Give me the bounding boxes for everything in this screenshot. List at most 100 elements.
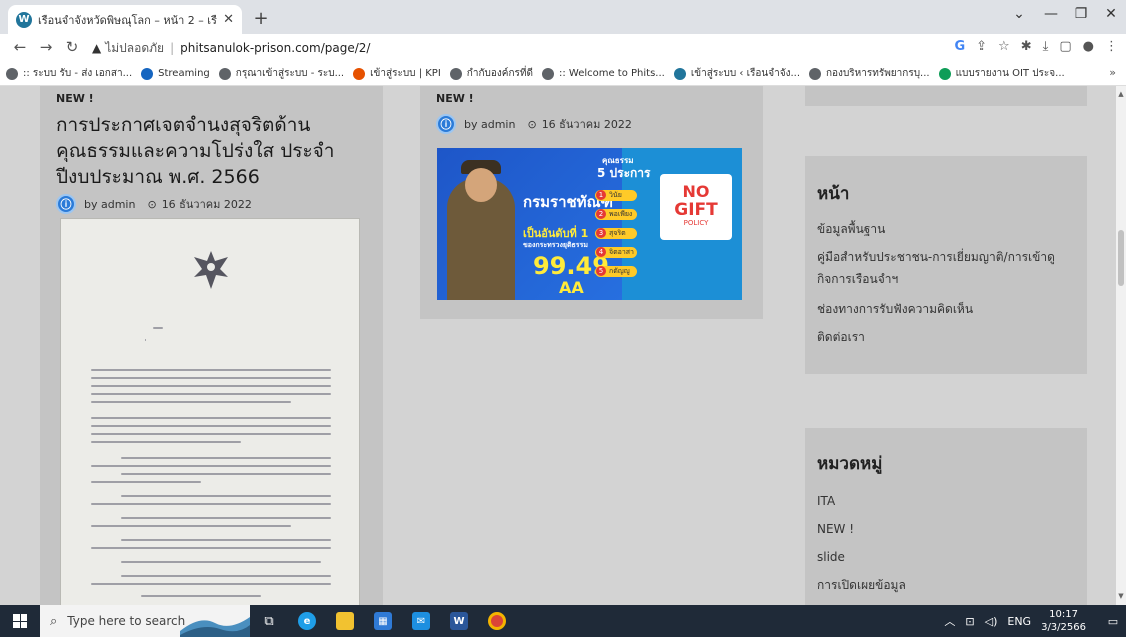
sidebar-link[interactable]: คู่มือสำหรับประชาชน-การเยี่ยมญาติ/การเข้… bbox=[817, 246, 1077, 290]
vertical-scrollbar[interactable]: ▲ ▼ bbox=[1116, 86, 1126, 605]
clock-date: 3/3/2566 bbox=[1041, 622, 1086, 633]
virtue-label: พอเพียง bbox=[609, 210, 633, 218]
bookmark-item[interactable]: กำกับองค์กรที่ดี bbox=[449, 66, 533, 81]
bookmark-label: กรุณาเข้าสู่ระบบ - ระบ... bbox=[235, 68, 345, 79]
post-date[interactable]: 16 ธันวาคม 2022 bbox=[542, 115, 632, 133]
bookmark-item[interactable]: :: Welcome to Phits... bbox=[541, 67, 665, 80]
notification-icon[interactable]: ▭ bbox=[1100, 615, 1126, 628]
taskbar-clock[interactable]: 10:17 3/3/2566 bbox=[1041, 608, 1086, 634]
download-icon[interactable]: ⤓ bbox=[1043, 39, 1049, 54]
bookmark-label: แบบรายงาน OIT ประจ... bbox=[955, 68, 1065, 79]
minimize-button[interactable]: — bbox=[1036, 6, 1066, 22]
document-text-line bbox=[91, 583, 331, 585]
navigation-bar: ← → ↻ ▲ ไม่ปลอดภัย | phitsanulok-prison.… bbox=[0, 34, 1126, 62]
bookmark-item[interactable]: เข้าสู่ระบบ | KPI bbox=[353, 66, 441, 81]
bookmark-item[interactable]: กองบริหารทรัพยากรบุ... bbox=[809, 66, 930, 81]
show-hidden-icons-icon[interactable]: ︿ bbox=[944, 613, 955, 629]
language-indicator[interactable]: ENG bbox=[1007, 615, 1031, 628]
sidebar-link[interactable]: ข้อมูลพื้นฐาน bbox=[817, 218, 1077, 240]
extensions-icon[interactable]: ✱ bbox=[1021, 39, 1032, 54]
pages-widget: หน้า ข้อมูลพื้นฐาน คู่มือสำหรับประชาชน-กา… bbox=[805, 156, 1087, 374]
task-view-icon[interactable]: ⧉ bbox=[250, 605, 288, 637]
post-title-line: ปีงบประมาณ พ.ศ. 2566 bbox=[56, 166, 260, 188]
menu-icon[interactable]: ⋮ bbox=[1105, 39, 1118, 54]
close-window-button[interactable]: ✕ bbox=[1096, 6, 1126, 22]
globe-icon bbox=[218, 67, 231, 80]
integrity-banner-image[interactable]: กรมราชทัณฑ์ เป็นอันดับที่ 1 ของกระทรวงยุ… bbox=[437, 148, 742, 300]
virtue-number: 3 bbox=[596, 228, 606, 238]
profile-icon[interactable]: ● bbox=[1083, 39, 1094, 54]
mail-icon[interactable]: ✉ bbox=[402, 605, 440, 637]
restore-button[interactable]: ❐ bbox=[1066, 6, 1096, 22]
close-tab-icon[interactable]: ✕ bbox=[223, 12, 234, 27]
author-avatar: ⓘ bbox=[436, 114, 456, 134]
announcement-document-image[interactable] bbox=[60, 218, 360, 605]
no-gift-text: NO bbox=[682, 182, 710, 201]
virtue-pill: 4 จิตอาสา bbox=[595, 247, 637, 258]
document-text-line bbox=[91, 385, 331, 387]
word-icon[interactable]: W bbox=[440, 605, 478, 637]
post-author[interactable]: by admin bbox=[464, 118, 515, 131]
scroll-down-icon[interactable]: ▼ bbox=[1116, 592, 1126, 600]
document-text-line bbox=[91, 525, 291, 527]
sidebar-link[interactable]: NEW ! bbox=[817, 518, 1077, 540]
gift-text: GIFT bbox=[674, 200, 718, 220]
sidebar-link[interactable]: ติดต่อเรา bbox=[817, 326, 1077, 348]
post-category-label[interactable]: NEW ! bbox=[56, 92, 94, 105]
google-icon[interactable]: G bbox=[954, 39, 965, 54]
start-button[interactable] bbox=[0, 605, 40, 637]
wordpress-icon bbox=[673, 67, 686, 80]
edge-icon[interactable]: e bbox=[288, 605, 326, 637]
new-tab-button[interactable]: + bbox=[249, 8, 273, 29]
bookmark-label: กำกับองค์กรที่ดี bbox=[466, 68, 533, 79]
categories-widget: หมวดหมู่ ITA NEW ! slide การเปิดเผยข้อมูล bbox=[805, 428, 1087, 605]
back-button[interactable]: ← bbox=[10, 38, 30, 56]
virtue-number: 2 bbox=[596, 209, 606, 219]
volume-icon[interactable]: ◁) bbox=[985, 615, 998, 628]
bookmark-item[interactable]: กรุณาเข้าสู่ระบบ - ระบ... bbox=[218, 66, 345, 81]
sidebar-link[interactable]: การเปิดเผยข้อมูล bbox=[817, 574, 1077, 596]
sidebar-link[interactable]: slide bbox=[817, 546, 1077, 568]
network-icon[interactable]: ⊡ bbox=[965, 615, 974, 628]
forward-button[interactable]: → bbox=[36, 38, 56, 56]
search-placeholder: Type here to search bbox=[67, 614, 186, 628]
post-category-label[interactable]: NEW ! bbox=[436, 92, 474, 105]
share-icon[interactable]: ⇪ bbox=[976, 39, 987, 54]
address-bar[interactable]: ▲ ไม่ปลอดภัย | phitsanulok-prison.com/pa… bbox=[92, 37, 992, 59]
sidebar-widget-top bbox=[805, 86, 1087, 106]
post-date[interactable]: 16 ธันวาคม 2022 bbox=[162, 195, 252, 213]
bookmark-item[interactable]: แบบรายงาน OIT ประจ... bbox=[938, 66, 1065, 81]
post-meta: ⓘ by admin ⊙ 16 ธันวาคม 2022 bbox=[56, 194, 252, 214]
url-separator: | bbox=[170, 41, 175, 55]
side-panel-icon[interactable]: ▢ bbox=[1059, 39, 1071, 54]
bookmark-item[interactable]: Streaming bbox=[141, 67, 210, 80]
chrome-icon[interactable] bbox=[478, 605, 516, 637]
system-tray: ︿ ⊡ ◁) ENG 10:17 3/3/2566 ▭ bbox=[944, 605, 1126, 637]
author-avatar: ⓘ bbox=[56, 194, 76, 214]
bookmark-item[interactable]: :: ระบบ รับ - ส่ง เอกสา... bbox=[6, 66, 132, 81]
scroll-up-icon[interactable]: ▲ bbox=[1116, 90, 1126, 98]
browser-tab[interactable]: W เรือนจำจังหวัดพิษณุโลก – หน้า 2 – เรือ… bbox=[8, 5, 242, 34]
document-text-line bbox=[91, 433, 331, 435]
virtue-pill: 3 สุจริต bbox=[595, 228, 637, 239]
store-icon[interactable]: ▦ bbox=[364, 605, 402, 637]
virtue-label: จิตอาสา bbox=[609, 248, 634, 256]
bookmarks-overflow-button[interactable]: » bbox=[1109, 66, 1116, 79]
file-explorer-icon[interactable] bbox=[326, 605, 364, 637]
post-title[interactable]: การประกาศเจตจำนงสุจริตด้าน คุณธรรมและควา… bbox=[56, 112, 334, 190]
sheet-icon bbox=[938, 67, 951, 80]
clock-icon: ⊙ bbox=[147, 197, 157, 211]
windows-taskbar: ⌕ Type here to search ⧉ e ▦ ✉ W ︿ ⊡ ◁) E… bbox=[0, 605, 1126, 637]
sidebar-link[interactable]: ITA bbox=[817, 490, 1077, 512]
tab-title: เรือนจำจังหวัดพิษณุโลก – หน้า 2 – เรือ bbox=[38, 13, 218, 27]
bookmark-item[interactable]: เข้าสู่ระบบ ‹ เรือนจำจัง... bbox=[673, 66, 800, 81]
search-highlight-image bbox=[180, 617, 250, 637]
reload-button[interactable]: ↻ bbox=[62, 38, 82, 56]
wordpress-icon: W bbox=[16, 11, 32, 28]
post-author[interactable]: by admin bbox=[84, 198, 135, 211]
bookmark-star-icon[interactable]: ☆ bbox=[998, 39, 1010, 54]
scrollbar-thumb[interactable] bbox=[1118, 230, 1124, 286]
sidebar-link[interactable]: ช่องทางการรับฟังความคิดเห็น bbox=[817, 298, 1077, 320]
tab-search-icon[interactable]: ⌄ bbox=[1004, 6, 1034, 22]
document-text-line bbox=[121, 575, 331, 577]
